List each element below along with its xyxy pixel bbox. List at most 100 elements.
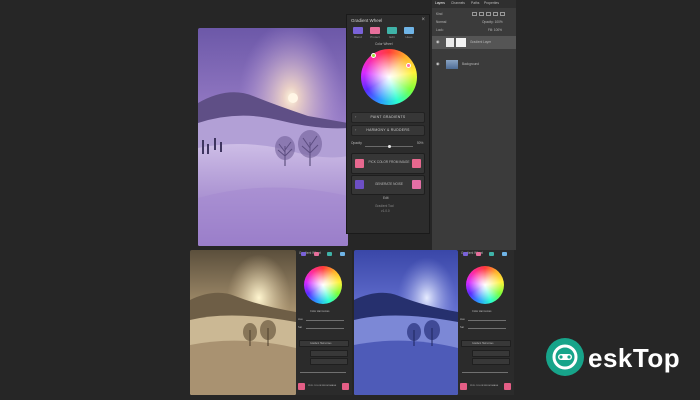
tab-properties[interactable]: Properties [484, 1, 499, 5]
watermark-text: eskTop [588, 343, 681, 373]
filter-kind[interactable]: Kind [436, 12, 442, 16]
mode-edit-button[interactable] [489, 252, 494, 256]
mini-right-swatch[interactable] [504, 383, 511, 390]
filter-shape-icon[interactable] [493, 12, 498, 16]
sat-slider[interactable] [468, 328, 506, 329]
mode-hues-button[interactable] [340, 252, 345, 256]
mode-protect-button[interactable] [476, 252, 481, 256]
sepia-gradient-panel: Gradient Wheel Color Harmonies Hue Sat G… [296, 250, 352, 395]
mode-edit-label: Edit [389, 35, 395, 39]
mode-protect-label: Protect [370, 35, 380, 39]
mini-slider-c[interactable] [462, 372, 508, 373]
tab-layers[interactable]: Layers [435, 1, 445, 5]
hue-slider[interactable] [468, 320, 506, 321]
mode-protect-button[interactable] [370, 27, 380, 34]
generate-left-swatch[interactable] [355, 180, 364, 189]
layer-mask-thumbnail [446, 38, 454, 47]
sat-slider[interactable] [306, 328, 344, 329]
mini-right-swatch[interactable] [342, 383, 349, 390]
wheel-handle-b[interactable] [406, 63, 411, 68]
blend-mode-select[interactable]: Normal [436, 20, 446, 24]
tab-channels[interactable]: Channels [451, 1, 465, 5]
layers-panel: Layers Channels Paths Properties Kind No… [432, 0, 516, 250]
blue-gradient-panel: Gradient Wheel Color Harmonies Hue Sat G… [458, 250, 514, 395]
paint-gradients-row[interactable]: › PAINT GRADIENTS [351, 112, 425, 123]
mini-field2: Sat [298, 326, 302, 329]
lock-label: Lock: [436, 28, 444, 32]
layer-name: Background [462, 62, 480, 66]
layer-thumbnail [446, 60, 458, 69]
filter-pixel-icon[interactable] [472, 12, 477, 16]
mini-pick-label: PICK COLOR FROM IMAGE [470, 385, 499, 387]
pick-right-swatch[interactable] [412, 159, 421, 168]
pick-color-button[interactable]: PICK COLOR FROM IMAGE [351, 153, 425, 174]
mode-edit-button[interactable] [327, 252, 332, 256]
harmony-rudders-label: HARMONY & RUDDERS [366, 128, 410, 132]
main-artwork-canvas[interactable] [198, 28, 348, 246]
footer-line1: Gradient Tool [375, 204, 394, 208]
harmony-rudders-row[interactable]: › HARMONY & RUDDERS [351, 125, 425, 136]
mini-row1-label: Color Harmonies [310, 310, 330, 313]
mode-edit-button[interactable] [387, 27, 397, 34]
mini-left-swatch[interactable] [298, 383, 305, 390]
hue-slider[interactable] [306, 320, 344, 321]
mini-row2-label: Gradient Harmonies [310, 342, 332, 345]
sepia-artwork-canvas[interactable] [190, 250, 296, 395]
mini-pick-label: PICK COLOR FROM IMAGE [308, 385, 337, 387]
filter-smart-icon[interactable] [500, 12, 505, 16]
blue-artwork-canvas[interactable] [354, 250, 458, 395]
pick-color-label: PICK COLOR FROM IMAGE [368, 160, 410, 164]
mode-blend-label: Blend [354, 35, 362, 39]
filter-adjust-icon[interactable] [479, 12, 484, 16]
mini-row2[interactable]: Gradient Harmonies [299, 340, 349, 347]
mini-left-swatch[interactable] [460, 383, 467, 390]
color-wheel[interactable] [466, 266, 504, 304]
layer-name: Gradient Layer [470, 40, 492, 44]
mode-blend-button[interactable] [301, 252, 306, 256]
tab-paths[interactable]: Paths [471, 1, 479, 5]
mini-row2-label: Gradient Harmonies [472, 342, 494, 345]
opacity-field[interactable]: Opacity: 100% [482, 20, 503, 24]
mini-field-b[interactable] [310, 358, 348, 365]
generate-noise-label: GENERATE NOISE [374, 182, 404, 186]
layer-row-background[interactable]: ◉ Background [432, 58, 516, 71]
paint-gradients-label: PAINT GRADIENTS [370, 115, 406, 119]
opacity-value: 50% [417, 141, 424, 145]
mini-field-a[interactable] [310, 350, 348, 357]
panel-title: Gradient Wheel [351, 18, 383, 23]
eye-icon[interactable]: ◉ [436, 39, 440, 44]
mode-hues-button[interactable] [502, 252, 507, 256]
close-icon[interactable]: × [421, 17, 425, 23]
opacity-slider-knob[interactable] [388, 145, 391, 148]
mode-protect-button[interactable] [314, 252, 319, 256]
mini-row1-label: Color Harmonies [472, 310, 492, 313]
color-wheel[interactable] [361, 49, 417, 105]
layers-tab-bar: Layers Channels Paths Properties [432, 0, 516, 8]
mini-field1: Hue [460, 318, 465, 321]
mini-field2: Sat [460, 326, 464, 329]
generate-right-swatch[interactable] [412, 180, 421, 189]
mode-hues-button[interactable] [404, 27, 414, 34]
fill-field[interactable]: Fill: 100% [488, 28, 502, 32]
mini-field-a[interactable] [472, 350, 510, 357]
mode-blend-button[interactable] [463, 252, 468, 256]
generate-noise-button[interactable]: GENERATE NOISE [351, 175, 425, 195]
footer-small: Edit [383, 196, 389, 200]
watermark-logo-icon [546, 338, 584, 376]
mini-field-b[interactable] [472, 358, 510, 365]
mini-field1: Hue [298, 318, 303, 321]
gradient-wheel-panel: Gradient Wheel × Blend Protect Edit Hues… [346, 14, 430, 234]
footer-line2: v1.0.0 [381, 209, 390, 213]
eye-icon[interactable]: ◉ [436, 61, 440, 66]
mode-blend-button[interactable] [353, 27, 363, 34]
color-wheel[interactable] [304, 266, 342, 304]
filter-type-icon[interactable] [486, 12, 491, 16]
opacity-label: Opacity [351, 141, 362, 145]
mini-row2[interactable]: Gradient Harmonies [461, 340, 511, 347]
pick-left-swatch[interactable] [355, 159, 364, 168]
mini-slider-c[interactable] [300, 372, 346, 373]
wheel-handle-a[interactable] [371, 53, 376, 58]
mode-hues-label: Hues [405, 35, 413, 39]
layer-row-gradient[interactable]: ◉ Gradient Layer [432, 36, 516, 49]
section-label: Color Wheel [375, 42, 393, 46]
